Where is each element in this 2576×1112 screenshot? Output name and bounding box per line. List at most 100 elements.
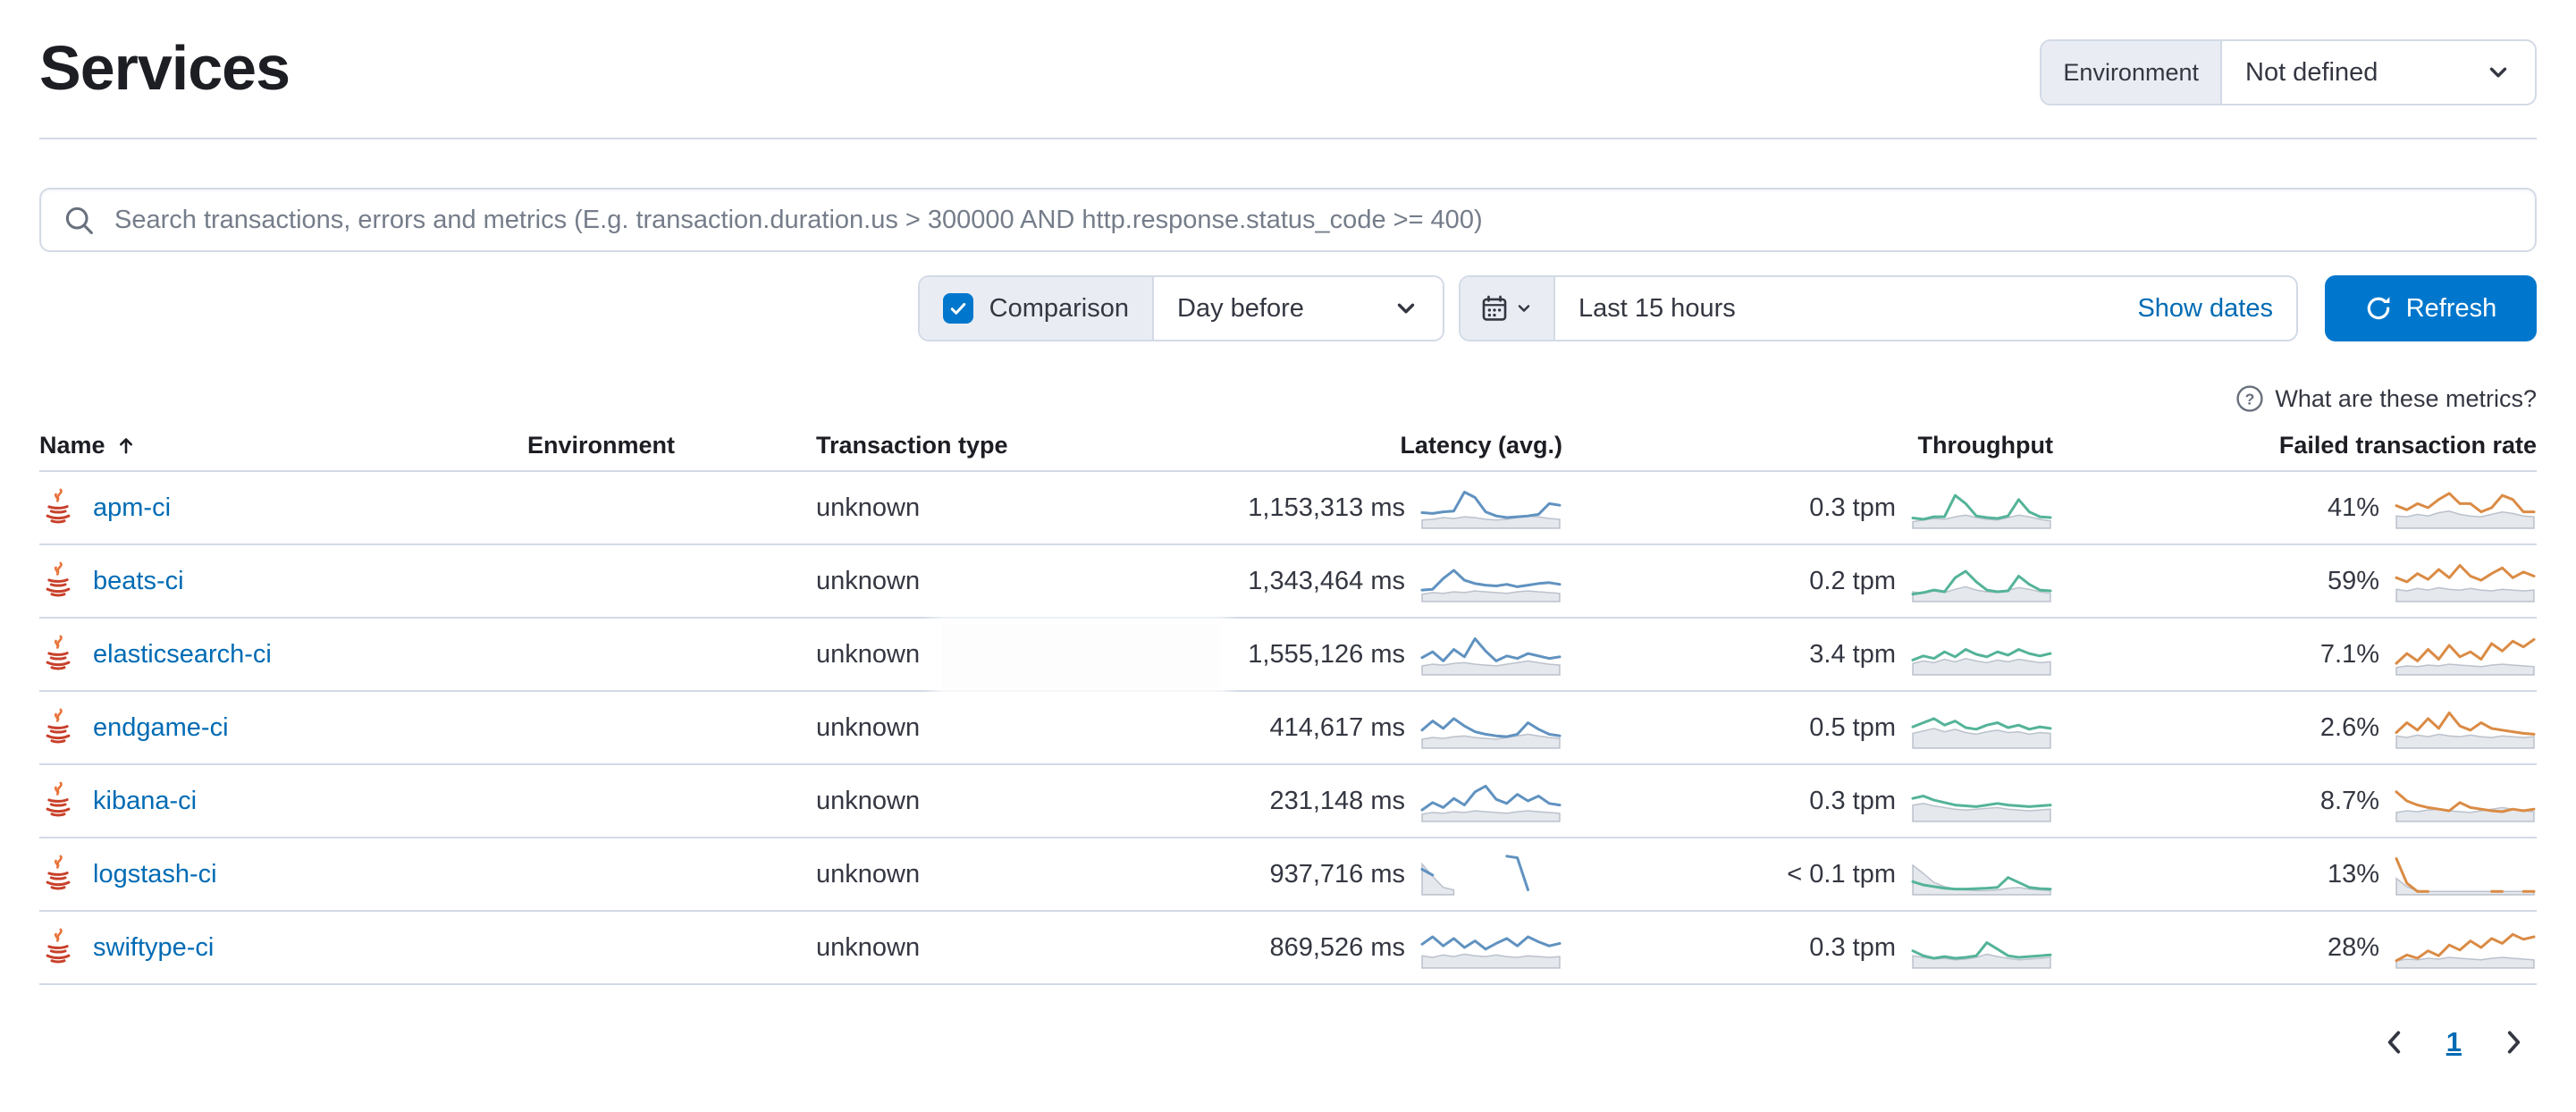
throughput-sparkline xyxy=(1910,924,2053,971)
latency-value: 1,343,464 ms xyxy=(1248,567,1405,596)
question-circle-icon: ? xyxy=(2235,384,2264,413)
column-header-throughput[interactable]: Throughput xyxy=(1562,432,2053,459)
latency-cell: 231,148 ms xyxy=(1126,778,1562,824)
search-bar[interactable] xyxy=(39,188,2537,252)
environment-filter-value: Not defined xyxy=(2245,58,2378,88)
failed-rate-sparkline xyxy=(2394,484,2537,531)
latency-sparkline xyxy=(1419,484,1562,531)
refresh-button[interactable]: Refresh xyxy=(2325,275,2537,341)
latency-value: 231,148 ms xyxy=(1269,787,1405,816)
throughput-value: 0.3 tpm xyxy=(1809,933,1896,963)
environment-filter[interactable]: Environment Not defined xyxy=(2040,39,2537,105)
services-page: Services Environment Not defined Compari… xyxy=(0,0,2576,1062)
failed-rate-cell: 28% xyxy=(2053,924,2537,971)
environment-filter-value-wrap[interactable]: Not defined xyxy=(2222,41,2535,104)
java-icon xyxy=(39,707,77,748)
controls-row: Comparison Day before Last 15 hours Show… xyxy=(39,275,2537,341)
latency-cell: 1,153,313 ms xyxy=(1126,484,1562,531)
latency-value: 937,716 ms xyxy=(1269,860,1405,889)
search-icon xyxy=(63,204,95,236)
throughput-cell: 0.3 tpm xyxy=(1562,484,2053,531)
throughput-sparkline xyxy=(1910,778,2053,824)
throughput-cell: 0.5 tpm xyxy=(1562,704,2053,751)
services-table-body: apm-ci unknown 1,153,313 ms 0.3 tpm 41% xyxy=(39,472,2537,985)
latency-sparkline xyxy=(1419,631,1562,678)
throughput-value: 0.5 tpm xyxy=(1809,713,1896,743)
table-row: swiftype-ci unknown 869,526 ms 0.3 tpm 2… xyxy=(39,912,2537,985)
throughput-value: 0.2 tpm xyxy=(1809,567,1896,596)
failed-rate-value: 8.7% xyxy=(2320,787,2379,816)
failed-rate-value: 41% xyxy=(2328,493,2379,523)
comparison-select[interactable]: Day before xyxy=(1152,277,1443,340)
latency-sparkline xyxy=(1419,924,1562,971)
calendar-icon xyxy=(1481,295,1508,322)
chevron-right-icon[interactable] xyxy=(2494,1023,2533,1062)
comparison-checkbox[interactable] xyxy=(943,293,973,324)
failed-rate-cell: 59% xyxy=(2053,558,2537,604)
throughput-value: 0.3 tpm xyxy=(1809,787,1896,816)
metrics-help-row: ? What are these metrics? xyxy=(39,384,2537,413)
java-icon xyxy=(39,854,77,895)
time-range-value[interactable]: Last 15 hours xyxy=(1555,277,2114,340)
table-row: endgame-ci unknown 414,617 ms 0.5 tpm 2.… xyxy=(39,692,2537,765)
svg-text:?: ? xyxy=(2245,391,2255,409)
throughput-cell: 0.3 tpm xyxy=(1562,924,2053,971)
service-name-cell: logstash-ci xyxy=(39,854,527,895)
transaction-type-cell: unknown xyxy=(816,567,1126,596)
failed-rate-value: 28% xyxy=(2328,933,2379,963)
refresh-button-label: Refresh xyxy=(2406,294,2497,324)
service-name-cell: beats-ci xyxy=(39,560,527,602)
throughput-sparkline xyxy=(1910,631,2053,678)
latency-value: 1,153,313 ms xyxy=(1248,493,1405,523)
search-input[interactable] xyxy=(113,205,2513,236)
column-header-name[interactable]: Name xyxy=(39,432,527,459)
column-header-transaction-type[interactable]: Transaction type xyxy=(816,432,1126,459)
date-picker-quick-select[interactable] xyxy=(1461,277,1555,340)
column-header-name-label: Name xyxy=(39,432,105,459)
table-row: kibana-ci unknown 231,148 ms 0.3 tpm 8.7… xyxy=(39,765,2537,838)
metrics-help-link[interactable]: ? What are these metrics? xyxy=(2235,384,2537,413)
column-header-environment[interactable]: Environment xyxy=(527,432,816,459)
column-header-failed-rate[interactable]: Failed transaction rate xyxy=(2053,432,2537,459)
failed-rate-cell: 41% xyxy=(2053,484,2537,531)
throughput-cell: 0.3 tpm xyxy=(1562,778,2053,824)
sort-arrow-up-icon xyxy=(114,434,138,457)
refresh-icon xyxy=(2365,295,2392,322)
latency-value: 1,555,126 ms xyxy=(1248,640,1405,670)
throughput-cell: 0.2 tpm xyxy=(1562,558,2053,604)
date-picker: Last 15 hours Show dates xyxy=(1459,275,2298,341)
service-name-link[interactable]: logstash-ci xyxy=(93,860,217,889)
service-name-link[interactable]: kibana-ci xyxy=(93,787,197,816)
show-dates-link[interactable]: Show dates xyxy=(2114,277,2296,340)
failed-rate-cell: 2.6% xyxy=(2053,704,2537,751)
throughput-sparkline xyxy=(1910,558,2053,604)
service-name-link[interactable]: beats-ci xyxy=(93,567,184,596)
pagination-page-1[interactable]: 1 xyxy=(2446,1026,2462,1058)
transaction-type-cell: unknown xyxy=(816,493,1126,523)
service-name-link[interactable]: elasticsearch-ci xyxy=(93,640,272,670)
page-title: Services xyxy=(39,34,290,103)
latency-sparkline xyxy=(1419,851,1562,897)
chevron-down-icon xyxy=(1357,295,1419,322)
latency-cell: 869,526 ms xyxy=(1126,924,1562,971)
throughput-sparkline xyxy=(1910,851,2053,897)
failed-rate-sparkline xyxy=(2394,704,2537,751)
latency-sparkline xyxy=(1419,778,1562,824)
column-header-latency[interactable]: Latency (avg.) xyxy=(1126,432,1562,459)
service-name-link[interactable]: swiftype-ci xyxy=(93,933,214,963)
latency-sparkline xyxy=(1419,704,1562,751)
java-icon xyxy=(39,487,77,528)
chevron-left-icon[interactable] xyxy=(2375,1023,2414,1062)
service-name-cell: endgame-ci xyxy=(39,707,527,748)
table-row: apm-ci unknown 1,153,313 ms 0.3 tpm 41% xyxy=(39,472,2537,545)
service-name-link[interactable]: endgame-ci xyxy=(93,713,229,743)
header-divider xyxy=(39,138,2537,139)
java-icon xyxy=(39,560,77,602)
comparison-select-value: Day before xyxy=(1177,294,1304,324)
service-name-cell: kibana-ci xyxy=(39,780,527,821)
comparison-checkbox-group[interactable]: Comparison xyxy=(920,277,1152,340)
service-name-link[interactable]: apm-ci xyxy=(93,493,171,523)
page-header: Services Environment Not defined xyxy=(39,0,2537,105)
table-row: elasticsearch-ci unknown 1,555,126 ms 3.… xyxy=(39,619,2537,692)
failed-rate-sparkline xyxy=(2394,924,2537,971)
